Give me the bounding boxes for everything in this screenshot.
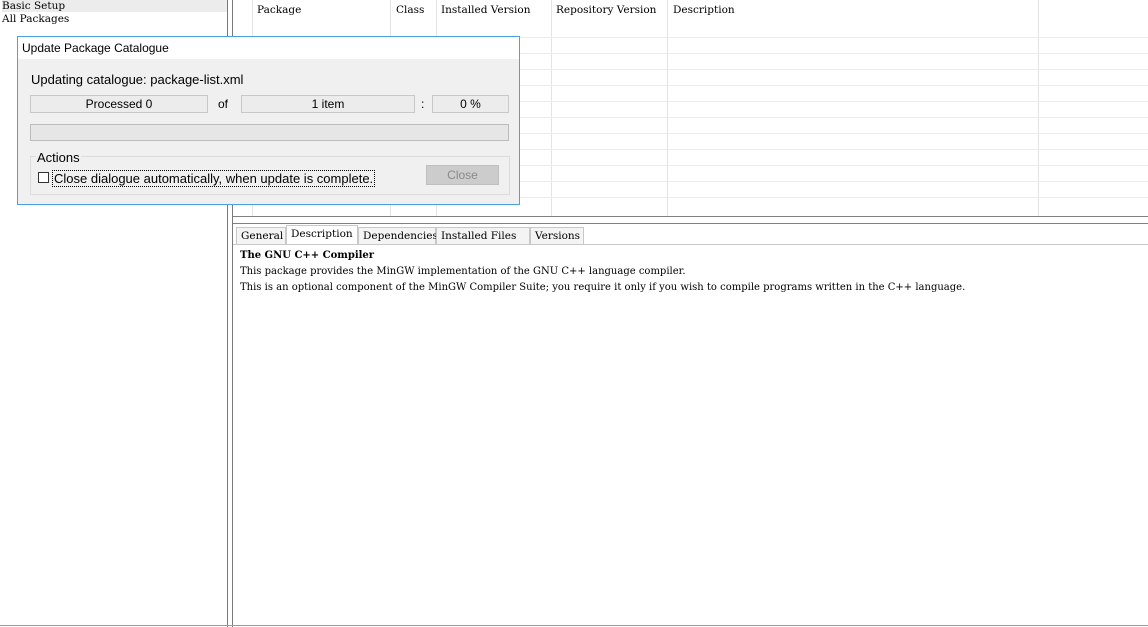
- column-header-installed-version[interactable]: Installed Version: [441, 4, 530, 16]
- tab-dependencies[interactable]: Dependencies: [358, 227, 438, 244]
- description-line: This package provides the MinGW implemen…: [240, 266, 686, 277]
- column-header-package[interactable]: Package: [257, 4, 301, 16]
- actions-label: Actions: [36, 150, 81, 165]
- colon-separator: :: [421, 97, 425, 111]
- tab-general[interactable]: General: [236, 227, 286, 244]
- bottom-border: [0, 625, 1148, 626]
- description-title: The GNU C++ Compiler: [240, 250, 375, 261]
- tab-description[interactable]: Description: [286, 225, 358, 244]
- processed-count: Processed 0: [30, 95, 208, 113]
- auto-close-checkbox[interactable]: [38, 172, 49, 183]
- category-basic-setup[interactable]: Basic Setup: [2, 0, 227, 12]
- horizontal-splitter[interactable]: [233, 216, 1148, 224]
- of-label: of: [218, 97, 229, 111]
- category-all-packages[interactable]: All Packages: [2, 13, 69, 25]
- percent-complete: 0 %: [432, 95, 509, 113]
- tab-installed-files[interactable]: Installed Files: [436, 227, 530, 244]
- auto-close-label[interactable]: Close dialogue automatically, when updat…: [52, 170, 376, 187]
- description-line: This is an optional component of the Min…: [240, 282, 966, 293]
- status-text: Updating catalogue: package-list.xml: [31, 72, 244, 87]
- tab-underline: [233, 244, 1148, 245]
- dialog-title[interactable]: Update Package Catalogue: [18, 37, 519, 59]
- progress-bar: [30, 124, 509, 141]
- column-header-repository-version[interactable]: Repository Version: [556, 4, 656, 16]
- column-header-class[interactable]: Class: [396, 4, 424, 16]
- description-panel: The GNU C++ Compiler This package provid…: [240, 248, 965, 296]
- column-header-description[interactable]: Description: [673, 4, 735, 16]
- update-catalogue-dialog: Update Package Catalogue Updating catalo…: [17, 36, 520, 205]
- tab-versions[interactable]: Versions: [530, 227, 584, 244]
- close-button[interactable]: Close: [426, 165, 499, 185]
- total-items: 1 item: [241, 95, 415, 113]
